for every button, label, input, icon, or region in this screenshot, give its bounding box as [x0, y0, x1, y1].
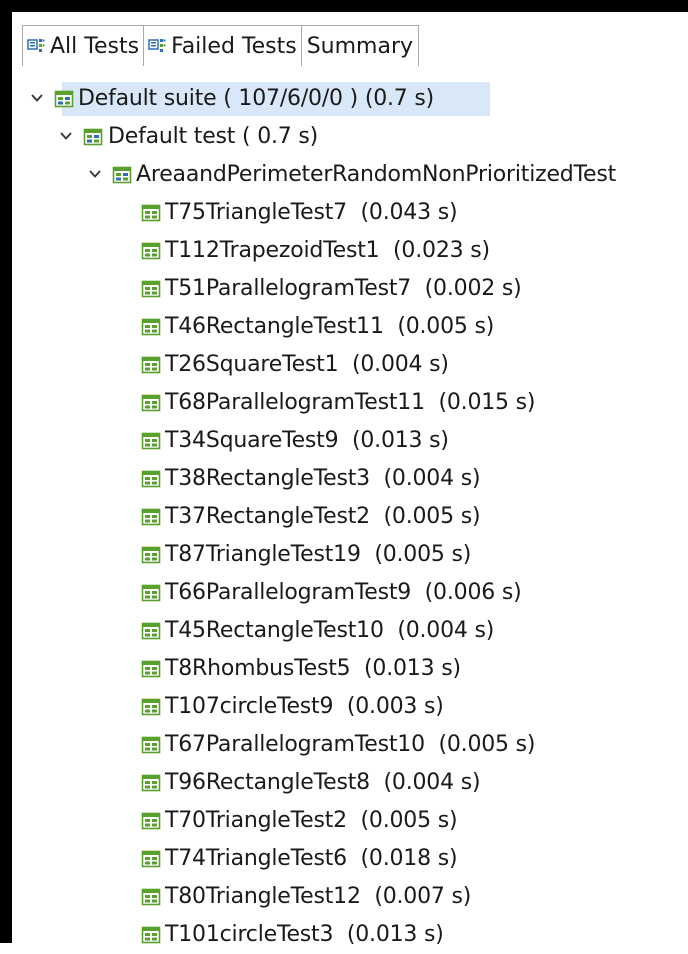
test-method-label: T38RectangleTest3 (0.004 s) — [165, 466, 481, 491]
test-method-label: T26SquareTest1 (0.004 s) — [165, 352, 449, 377]
tree-node-test-method[interactable]: T101circleTest3 (0.013 s) — [12, 916, 688, 954]
test-method-label: T101circleTest3 (0.013 s) — [165, 922, 444, 947]
test-method-passed-icon — [141, 698, 161, 716]
test-method-label: T80TriangleTest12 (0.007 s) — [165, 884, 472, 909]
test-hierarchy-icon — [27, 38, 45, 52]
tree-node-test-method[interactable]: T8RhombusTest5 (0.013 s) — [12, 650, 688, 688]
test-method-passed-icon — [141, 812, 161, 830]
test-method-label: T87TriangleTest19 (0.005 s) — [165, 542, 472, 567]
suite-icon — [83, 128, 103, 146]
tree-node-test-method[interactable]: T45RectangleTest10 (0.004 s) — [12, 612, 688, 650]
test-method-passed-icon — [141, 622, 161, 640]
test-method-label: T66ParallelogramTest9 (0.006 s) — [165, 580, 522, 605]
test-method-passed-icon — [141, 850, 161, 868]
tree-node-test-method[interactable]: T66ParallelogramTest9 (0.006 s) — [12, 574, 688, 612]
test-method-label: T37RectangleTest2 (0.005 s) — [165, 504, 481, 529]
tree-node-test-method[interactable]: T107circleTest9 (0.003 s) — [12, 688, 688, 726]
tree-node-test-method[interactable]: T70TriangleTest2 (0.005 s) — [12, 802, 688, 840]
test-method-label: T46RectangleTest11 (0.005 s) — [165, 314, 495, 339]
chevron-down-icon[interactable] — [88, 167, 102, 181]
test-method-label: T70TriangleTest2 (0.005 s) — [165, 808, 458, 833]
tree-node-test-method[interactable]: T34SquareTest9 (0.013 s) — [12, 422, 688, 460]
test-method-passed-icon — [141, 736, 161, 754]
suite-icon — [112, 166, 132, 184]
tab-summary[interactable]: Summary — [300, 25, 420, 66]
tree-node-test-method[interactable]: T26SquareTest1 (0.004 s) — [12, 346, 688, 384]
class-label: AreaandPerimeterRandomNonPrioritizedTest — [136, 162, 617, 187]
test-method-passed-icon — [141, 242, 161, 260]
suite-icon — [54, 90, 74, 108]
test-method-label: T74TriangleTest6 (0.018 s) — [165, 846, 458, 871]
test-method-passed-icon — [141, 318, 161, 336]
chevron-down-icon[interactable] — [59, 129, 73, 143]
test-method-label: T34SquareTest9 (0.013 s) — [165, 428, 449, 453]
test-method-passed-icon — [141, 470, 161, 488]
tree-node-test-method[interactable]: T96RectangleTest8 (0.004 s) — [12, 764, 688, 802]
test-method-label: T107circleTest9 (0.003 s) — [165, 694, 444, 719]
tab-label: Failed Tests — [171, 33, 297, 59]
test-method-passed-icon — [141, 888, 161, 906]
test-method-list: T75TriangleTest7 (0.043 s) T112Trapezoid… — [12, 194, 688, 954]
test-method-passed-icon — [141, 774, 161, 792]
tree-node-suite[interactable]: Default suite ( 107/6/0/0 ) (0.7 s) — [12, 80, 688, 118]
tree-node-class[interactable]: AreaandPerimeterRandomNonPrioritizedTest — [12, 156, 688, 194]
tree-node-test-method[interactable]: T74TriangleTest6 (0.018 s) — [12, 840, 688, 878]
tab-label: Summary — [306, 33, 414, 59]
test-method-passed-icon — [141, 584, 161, 602]
test-method-label: T51ParallelogramTest7 (0.002 s) — [165, 276, 522, 301]
tree-node-test-method[interactable]: T112TrapezoidTest1 (0.023 s) — [12, 232, 688, 270]
tree-node-test-method[interactable]: T80TriangleTest12 (0.007 s) — [12, 878, 688, 916]
tree-node-test[interactable]: Default test ( 0.7 s) — [12, 118, 688, 156]
results-tab-bar: All Tests Failed Tests Summary — [22, 25, 420, 73]
suite-label: Default suite ( 107/6/0/0 ) (0.7 s) — [78, 86, 435, 111]
test-method-passed-icon — [141, 660, 161, 678]
tab-label: All Tests — [50, 33, 140, 59]
test-method-passed-icon — [141, 926, 161, 944]
test-method-passed-icon — [141, 280, 161, 298]
test-results-panel: All Tests Failed Tests Summary Default s… — [0, 0, 688, 947]
test-results-tree[interactable]: Default suite ( 107/6/0/0 ) (0.7 s) Defa… — [12, 80, 688, 954]
tree-node-test-method[interactable]: T38RectangleTest3 (0.004 s) — [12, 460, 688, 498]
tab-failed-tests[interactable]: Failed Tests — [143, 25, 302, 66]
test-method-passed-icon — [141, 546, 161, 564]
test-method-passed-icon — [141, 356, 161, 374]
test-method-label: T67ParallelogramTest10 (0.005 s) — [165, 732, 536, 757]
test-method-label: T112TrapezoidTest1 (0.023 s) — [165, 238, 490, 263]
tree-node-test-method[interactable]: T87TriangleTest19 (0.005 s) — [12, 536, 688, 574]
tree-node-test-method[interactable]: T51ParallelogramTest7 (0.002 s) — [12, 270, 688, 308]
test-hierarchy-icon — [148, 38, 166, 52]
tree-node-test-method[interactable]: T46RectangleTest11 (0.005 s) — [12, 308, 688, 346]
test-method-label: T8RhombusTest5 (0.013 s) — [165, 656, 461, 681]
tree-node-test-method[interactable]: T37RectangleTest2 (0.005 s) — [12, 498, 688, 536]
test-method-label: T75TriangleTest7 (0.043 s) — [165, 200, 458, 225]
test-method-passed-icon — [141, 204, 161, 222]
chevron-down-icon[interactable] — [30, 91, 44, 105]
test-method-label: T68ParallelogramTest11 (0.015 s) — [165, 390, 536, 415]
test-method-label: T96RectangleTest8 (0.004 s) — [165, 770, 481, 795]
tree-node-test-method[interactable]: T67ParallelogramTest10 (0.005 s) — [12, 726, 688, 764]
test-label: Default test ( 0.7 s) — [108, 124, 319, 149]
test-method-passed-icon — [141, 394, 161, 412]
tab-all-tests[interactable]: All Tests — [22, 25, 145, 66]
test-method-label: T45RectangleTest10 (0.004 s) — [165, 618, 495, 643]
tree-node-test-method[interactable]: T68ParallelogramTest11 (0.015 s) — [12, 384, 688, 422]
test-method-passed-icon — [141, 508, 161, 526]
tree-node-test-method[interactable]: T75TriangleTest7 (0.043 s) — [12, 194, 688, 232]
test-method-passed-icon — [141, 432, 161, 450]
